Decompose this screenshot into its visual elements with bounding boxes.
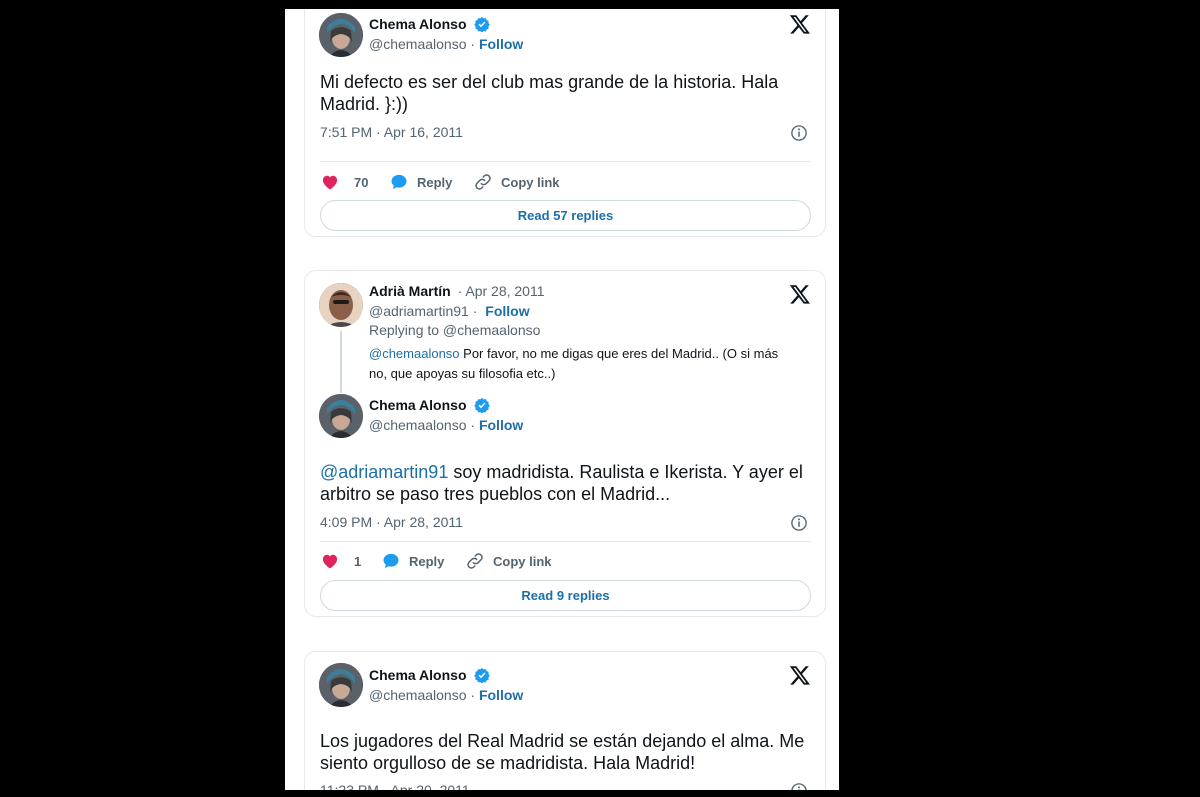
x-logo-icon[interactable] — [789, 283, 811, 305]
reply-label: Reply — [409, 553, 445, 569]
reply-button[interactable]: Reply — [381, 551, 444, 571]
parent-tweet-text: @chemaalonso Por favor, no me digas que … — [369, 344, 789, 384]
follow-button[interactable]: Follow — [479, 687, 523, 703]
mention-link[interactable]: @adriamartin91 — [320, 462, 448, 482]
x-logo-icon[interactable] — [789, 664, 811, 686]
parent-author-name[interactable]: Adrià Martín — [369, 283, 451, 299]
avatar-photo — [319, 394, 363, 438]
author-handle[interactable]: @chemaalonso — [369, 687, 467, 703]
screenshot-page: Chema Alonso @chemaalonso · Follow Mi de… — [285, 9, 839, 790]
author-name-text[interactable]: Chema Alonso — [369, 397, 467, 413]
follow-button[interactable]: Follow — [485, 303, 529, 319]
avatar-photo — [319, 663, 363, 707]
like-button[interactable]: 1 — [320, 551, 361, 571]
avatar[interactable] — [319, 283, 363, 327]
reply-bubble-icon — [391, 174, 407, 190]
thread-connector — [340, 331, 342, 393]
parent-handle-row: @adriamartin91 · Follow — [369, 303, 530, 319]
replying-to[interactable]: Replying to @chemaalonso — [369, 322, 540, 338]
tweet-text: Mi defecto es ser del club mas grande de… — [320, 72, 779, 114]
x-logo-icon[interactable] — [789, 13, 811, 35]
follow-button[interactable]: Follow — [479, 36, 523, 52]
mention-link[interactable]: @chemaalonso — [369, 346, 460, 361]
parent-handle[interactable]: @adriamartin91 · — [369, 303, 477, 319]
author-name-text[interactable]: Chema Alonso — [369, 16, 467, 32]
info-icon[interactable] — [790, 124, 808, 142]
author-name[interactable]: Chema Alonso — [369, 667, 491, 683]
reply-bubble-icon — [383, 553, 399, 569]
follow-button[interactable]: Follow — [479, 417, 523, 433]
read-replies-button[interactable]: Read 9 replies — [320, 580, 811, 611]
tweet-text: @adriamartin91 soy madridista. Raulista … — [320, 461, 815, 505]
avatar-photo — [319, 13, 363, 57]
tweet-timestamp[interactable]: 7:51 PM · Apr 16, 2011 — [320, 124, 463, 140]
author-name[interactable]: Chema Alonso — [369, 397, 491, 413]
author-handle[interactable]: @chemaalonso — [369, 417, 467, 433]
verified-badge-icon — [474, 668, 491, 683]
avatar[interactable] — [319, 394, 363, 438]
tweet-text: Los jugadores del Real Madrid se están d… — [320, 731, 805, 773]
divider — [320, 161, 811, 162]
author-handle-row: @chemaalonso · Follow — [369, 36, 524, 52]
info-icon[interactable] — [790, 782, 808, 790]
info-icon[interactable] — [790, 514, 808, 532]
verified-badge-icon — [474, 398, 491, 413]
copy-link-label: Copy link — [501, 174, 560, 190]
divider — [320, 541, 811, 542]
reply-button[interactable]: Reply — [389, 172, 452, 192]
copy-link-button[interactable]: Copy link — [465, 551, 552, 571]
link-icon — [475, 174, 491, 190]
parent-author-row: Adrià Martín · Apr 28, 2011 — [369, 283, 545, 299]
author-handle[interactable]: @chemaalonso — [369, 36, 467, 52]
reply-label: Reply — [417, 174, 453, 190]
author-handle-row: @chemaalonso · Follow — [369, 417, 524, 433]
author-handle-row: @chemaalonso · Follow — [369, 687, 524, 703]
link-icon — [467, 553, 483, 569]
avatar[interactable] — [319, 663, 363, 707]
heart-icon — [322, 175, 338, 190]
tweet-timestamp[interactable]: 4:09 PM · Apr 28, 2011 — [320, 514, 463, 530]
copy-link-button[interactable]: Copy link — [473, 172, 560, 192]
parent-date[interactable]: · Apr 28, 2011 — [458, 283, 545, 299]
like-button[interactable]: 70 — [320, 172, 368, 192]
read-replies-button[interactable]: Read 57 replies — [320, 200, 811, 231]
like-count: 70 — [354, 174, 369, 190]
tweet-card-2: Adrià Martín · Apr 28, 2011 @adriamartin… — [304, 270, 826, 617]
tweet-card-3: Chema Alonso @chemaalonso · Follow Los j… — [304, 651, 826, 790]
copy-link-label: Copy link — [493, 553, 552, 569]
tweet-card-1: Chema Alonso @chemaalonso · Follow Mi de… — [304, 9, 826, 237]
like-count: 1 — [354, 553, 362, 569]
tweet-timestamp[interactable]: 11:23 PM · Apr 20, 2011 — [320, 782, 470, 790]
author-name[interactable]: Chema Alonso — [369, 16, 491, 32]
avatar-photo — [319, 283, 363, 327]
verified-badge-icon — [474, 17, 491, 32]
author-name-text[interactable]: Chema Alonso — [369, 667, 467, 683]
avatar[interactable] — [319, 13, 363, 57]
heart-icon — [322, 554, 338, 569]
